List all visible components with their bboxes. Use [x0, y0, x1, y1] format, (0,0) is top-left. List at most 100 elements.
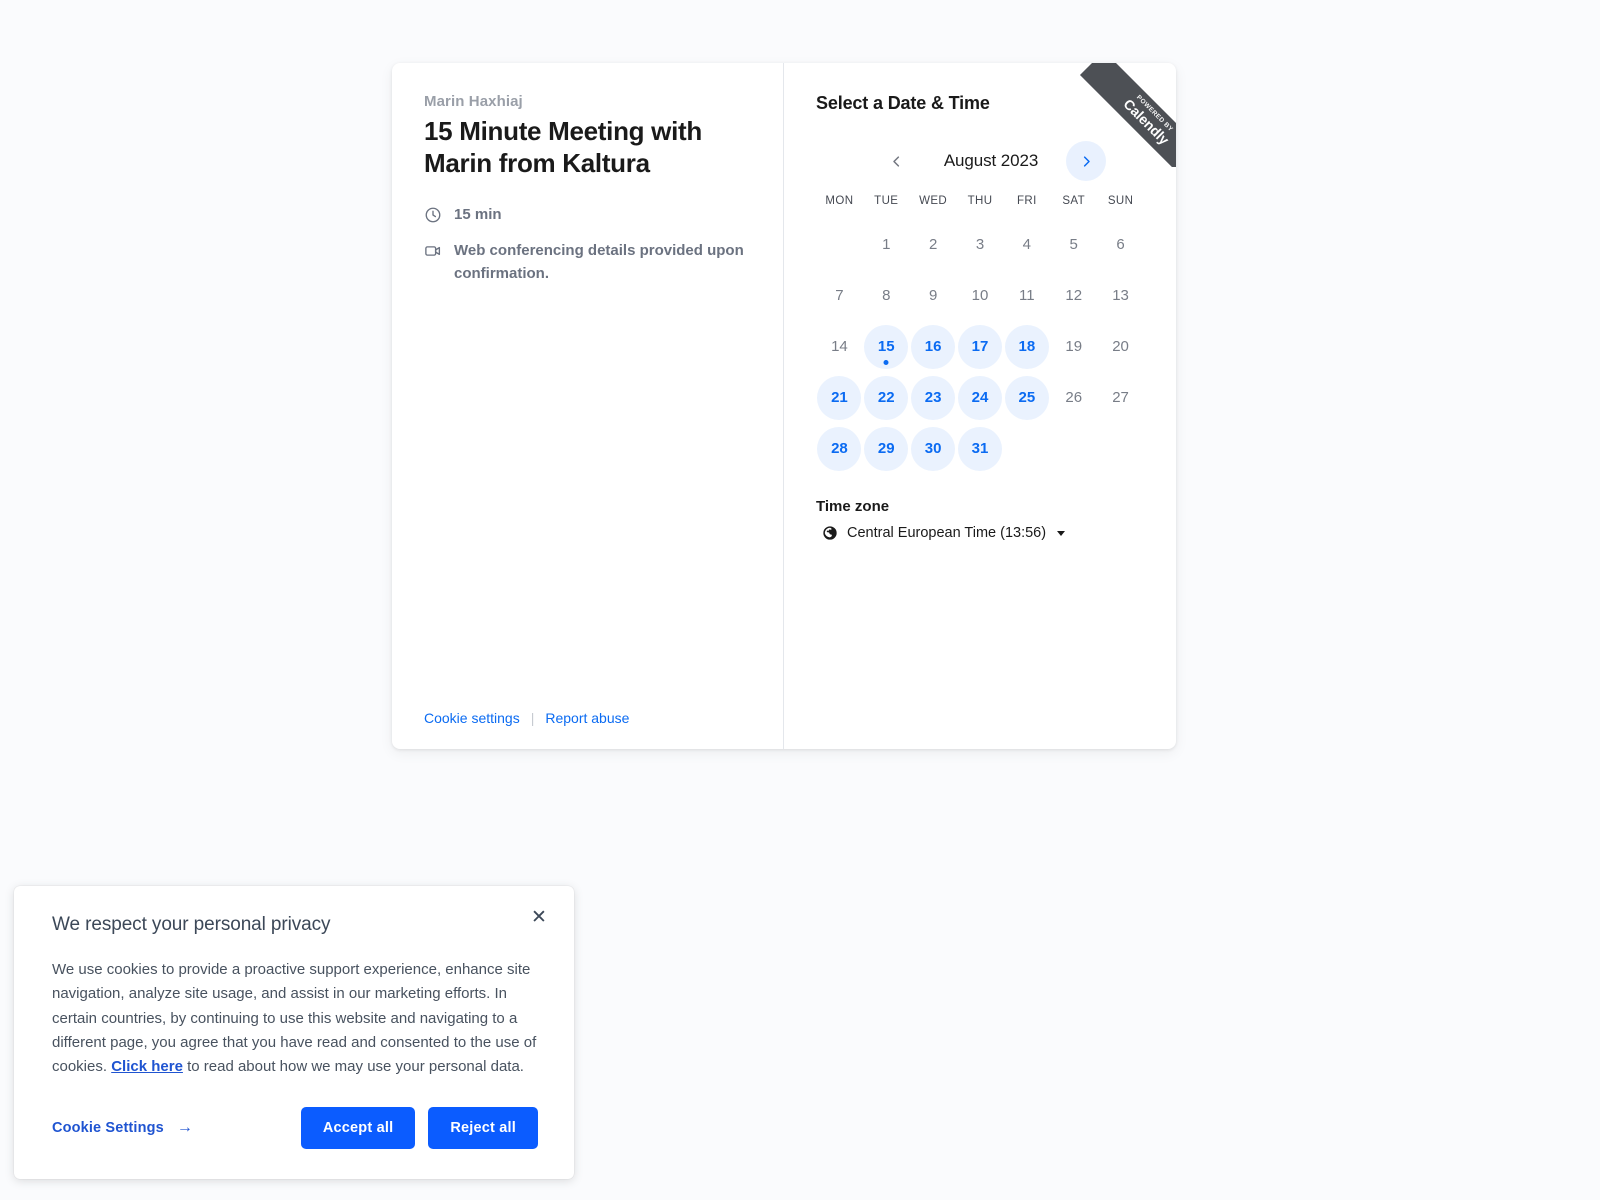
calendar-day-cell: 11: [1003, 272, 1050, 319]
clock-icon: [424, 206, 442, 224]
calendar-day-cell: 26: [1050, 374, 1097, 421]
event-title: 15 Minute Meeting with Marin from Kaltur…: [424, 116, 702, 178]
cookie-banner-heading: We respect your personal privacy: [52, 914, 331, 935]
timezone-value: Central European Time (13:56): [847, 525, 1047, 541]
report-abuse-link[interactable]: Report abuse: [545, 710, 629, 726]
calendar-day-cell: [1097, 425, 1144, 472]
calendar-week-row: 7 8 9 10 11 12 13: [816, 272, 1144, 319]
calendar-day-19: 19: [1052, 325, 1096, 369]
calendar-day-cell: 7: [816, 272, 863, 319]
previous-month-button[interactable]: [876, 141, 916, 181]
calendar-day-15[interactable]: 15: [864, 324, 909, 369]
calendar-grid: 1 2 3 4 5 6 7 8 9 10 11 12 13 14 15 16 17 18 19 20 21 22 23 24 2…: [816, 221, 1144, 472]
calendar-day-24[interactable]: 24: [957, 375, 1002, 420]
close-icon[interactable]: ✕: [526, 904, 552, 930]
calendar-day-cell: 30: [910, 425, 957, 472]
cookie-button-group: Accept all Reject all: [300, 1107, 538, 1150]
weekday-fri: FRI: [1016, 195, 1037, 207]
calendar-week-row: 28 29 30 31: [816, 425, 1144, 472]
cookie-settings-label: Cookie Settings: [52, 1120, 164, 1137]
weekday-mon: MON: [825, 195, 854, 207]
duration-label: 15 min: [454, 206, 502, 224]
calendar-day-29[interactable]: 29: [864, 426, 909, 471]
calendar-day-cell: [1050, 425, 1097, 472]
calendar-week-row: 21 22 23 24 25 26 27: [816, 374, 1144, 421]
calendar-day-3: 3: [958, 223, 1002, 267]
calendar-day-22[interactable]: 22: [864, 375, 909, 420]
calendar-day-28[interactable]: 28: [817, 426, 862, 471]
calendar-day-cell: 1: [863, 221, 910, 268]
calendar-day-6: 6: [1099, 223, 1143, 267]
calendar-day-cell: 14: [816, 323, 863, 370]
calendar-day-25[interactable]: 25: [1004, 375, 1049, 420]
calendar-day-14: 14: [817, 325, 861, 369]
location-row: Web conferencing details provided upon c…: [424, 239, 751, 286]
calendar-day-1: 1: [864, 223, 908, 267]
location-label: Web conferencing details provided upon c…: [454, 241, 744, 282]
chevron-left-icon: [892, 155, 899, 167]
calendar-day-cell: 22: [863, 374, 910, 421]
calendar-day-16[interactable]: 16: [911, 324, 956, 369]
calendar-week-row: 123456: [816, 221, 1144, 268]
calendar-day-cell: 19: [1050, 323, 1097, 370]
calendar-day-31[interactable]: 31: [957, 426, 1002, 471]
calendar-day-2: 2: [911, 223, 955, 267]
reject-all-button[interactable]: Reject all: [428, 1107, 538, 1150]
weekday-wed: WED: [919, 195, 948, 207]
calendar-day-cell: 23: [910, 374, 957, 421]
calendar-day-cell: 20: [1097, 323, 1144, 370]
weekday-thu: THU: [967, 195, 993, 207]
host-name: Marin Haxhiaj: [424, 93, 523, 110]
calendar-day-cell: 25: [1003, 374, 1050, 421]
calendar-day-9: 9: [911, 274, 955, 318]
weekday-sat: SAT: [1062, 195, 1086, 207]
calendar-day-cell: 9: [910, 272, 957, 319]
chevron-right-icon: [1083, 155, 1090, 167]
video-camera-icon: [424, 242, 442, 260]
calendar-day-cell: 29: [863, 425, 910, 472]
calendar-day-cell: 13: [1097, 272, 1144, 319]
calendar-day-21[interactable]: 21: [817, 375, 862, 420]
calendar-day-cell: 12: [1050, 272, 1097, 319]
calendar-day-18[interactable]: 18: [1004, 324, 1049, 369]
calendar-day-cell: 28: [816, 425, 863, 472]
weekday-sun: SUN: [1107, 195, 1134, 207]
calendar-day-cell: [1003, 425, 1050, 472]
calendar-day-23[interactable]: 23: [911, 375, 956, 420]
calendar-day-cell: 27: [1097, 374, 1144, 421]
select-date-time-title: Select a Date & Time: [816, 93, 990, 113]
cookie-consent-banner: ✕ We respect your personal privacy We us…: [14, 886, 574, 1180]
weekday-header-row: MON TUE WED THU FRI SAT SUN: [816, 195, 1144, 207]
next-month-button[interactable]: [1066, 141, 1106, 181]
chevron-down-icon: [1057, 530, 1066, 536]
calendar-day-cell: 5: [1050, 221, 1097, 268]
calendar-day-cell: 24: [957, 374, 1004, 421]
calendar-day-26: 26: [1052, 376, 1096, 420]
cookie-privacy-link[interactable]: Click here: [111, 1058, 183, 1075]
panel-footer: Cookie settings | Report abuse: [424, 710, 751, 749]
calendar-day-17[interactable]: 17: [957, 324, 1002, 369]
calendar-day-8: 8: [864, 274, 908, 318]
month-navigation: August 2023: [816, 141, 1144, 181]
calendar-day-4: 4: [1005, 223, 1049, 267]
accept-all-button[interactable]: Accept all: [300, 1107, 416, 1150]
calendar-day-cell: 6: [1097, 221, 1144, 268]
booking-card: Marin Haxhiaj 15 Minute Meeting with Mar…: [392, 63, 1176, 749]
calendar-day-cell: 15: [863, 323, 910, 370]
globe-icon: [822, 525, 838, 541]
calendar-day-cell: 18: [1003, 323, 1050, 370]
duration-row: 15 min: [424, 203, 751, 226]
cookie-settings-link[interactable]: Cookie settings: [424, 710, 520, 726]
calendar-day-12: 12: [1052, 274, 1096, 318]
timezone-label: Time zone: [816, 498, 890, 515]
calendar-day-5: 5: [1052, 223, 1096, 267]
calendar-day-cell: 3: [957, 221, 1004, 268]
calendar-day-13: 13: [1099, 274, 1143, 318]
calendar-day-cell: 21: [816, 374, 863, 421]
calendar-week-row: 14 15 16 17 18 19 20: [816, 323, 1144, 370]
calendar-day-30[interactable]: 30: [911, 426, 956, 471]
arrow-right-icon: →: [176, 1119, 193, 1137]
timezone-selector[interactable]: Central European Time (13:56): [816, 525, 1066, 541]
cookie-body-text-2: to read about how we may use your person…: [182, 1058, 524, 1076]
cookie-settings-button[interactable]: Cookie Settings →: [52, 1119, 193, 1137]
